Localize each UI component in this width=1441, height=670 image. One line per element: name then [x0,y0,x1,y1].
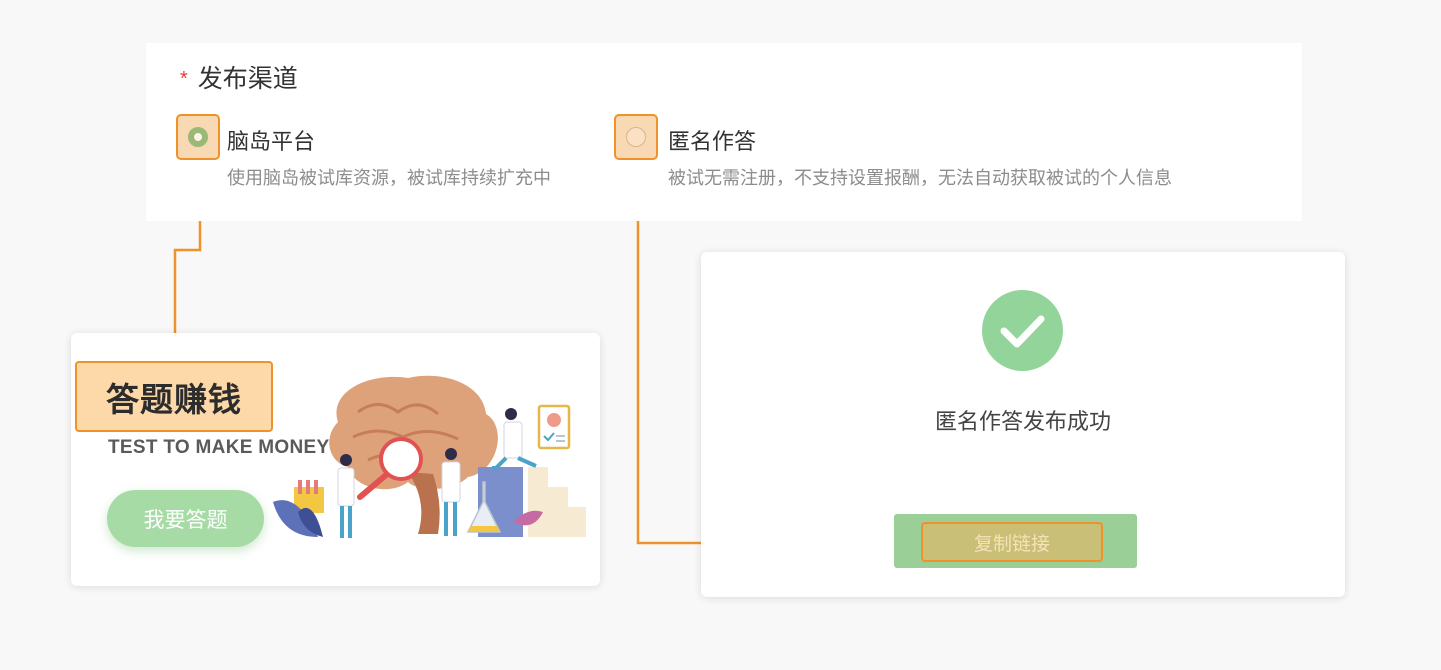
option-desc-naodao: 使用脑岛被试库资源，被试库持续扩充中 [227,168,551,188]
answer-button[interactable]: 我要答题 [107,490,264,547]
brain-illustration [273,375,586,538]
section-title-text: 发布渠道 [197,65,298,93]
radio-naodao-platform[interactable] [176,114,220,160]
radio-unchecked-indicator [626,127,646,147]
promo-title: 答题赚钱 [75,361,273,432]
option-label-naodao: 脑岛平台 [227,129,316,154]
copy-link-highlight[interactable]: 复制链接 [921,522,1103,562]
success-message: 匿名作答发布成功 [934,409,1111,434]
radio-checked-indicator [188,127,208,147]
option-label-anonymous: 匿名作答 [668,129,757,154]
required-mark: * [180,68,188,90]
section-title: * 发布渠道 [180,59,298,95]
radio-anonymous-answer[interactable] [614,114,658,160]
check-icon [982,290,1063,371]
option-desc-anonymous: 被试无需注册，不支持设置报酬，无法自动获取被试的个人信息 [668,168,1172,188]
